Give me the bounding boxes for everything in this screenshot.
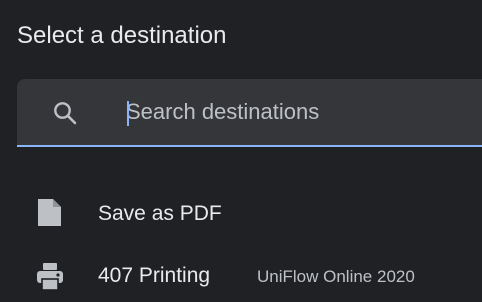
search-icon	[54, 102, 77, 125]
search-input[interactable]	[126, 96, 466, 128]
pdf-file-icon	[38, 199, 61, 226]
destination-label: 407 Printing	[98, 264, 211, 287]
search-box[interactable]	[17, 79, 482, 147]
destination-407-printing[interactable]: 407 Printing UniFlow Online 2020	[0, 252, 482, 302]
select-destination-dialog: Select a destination Save as PDF 407 Pri…	[0, 0, 482, 302]
text-cursor	[127, 101, 129, 126]
destination-sublabel: UniFlow Online 2020	[257, 267, 415, 286]
destination-label: Save as PDF	[98, 202, 222, 225]
destination-save-as-pdf[interactable]: Save as PDF	[0, 192, 482, 242]
printer-icon	[37, 263, 63, 291]
dialog-title: Select a destination	[17, 22, 227, 49]
